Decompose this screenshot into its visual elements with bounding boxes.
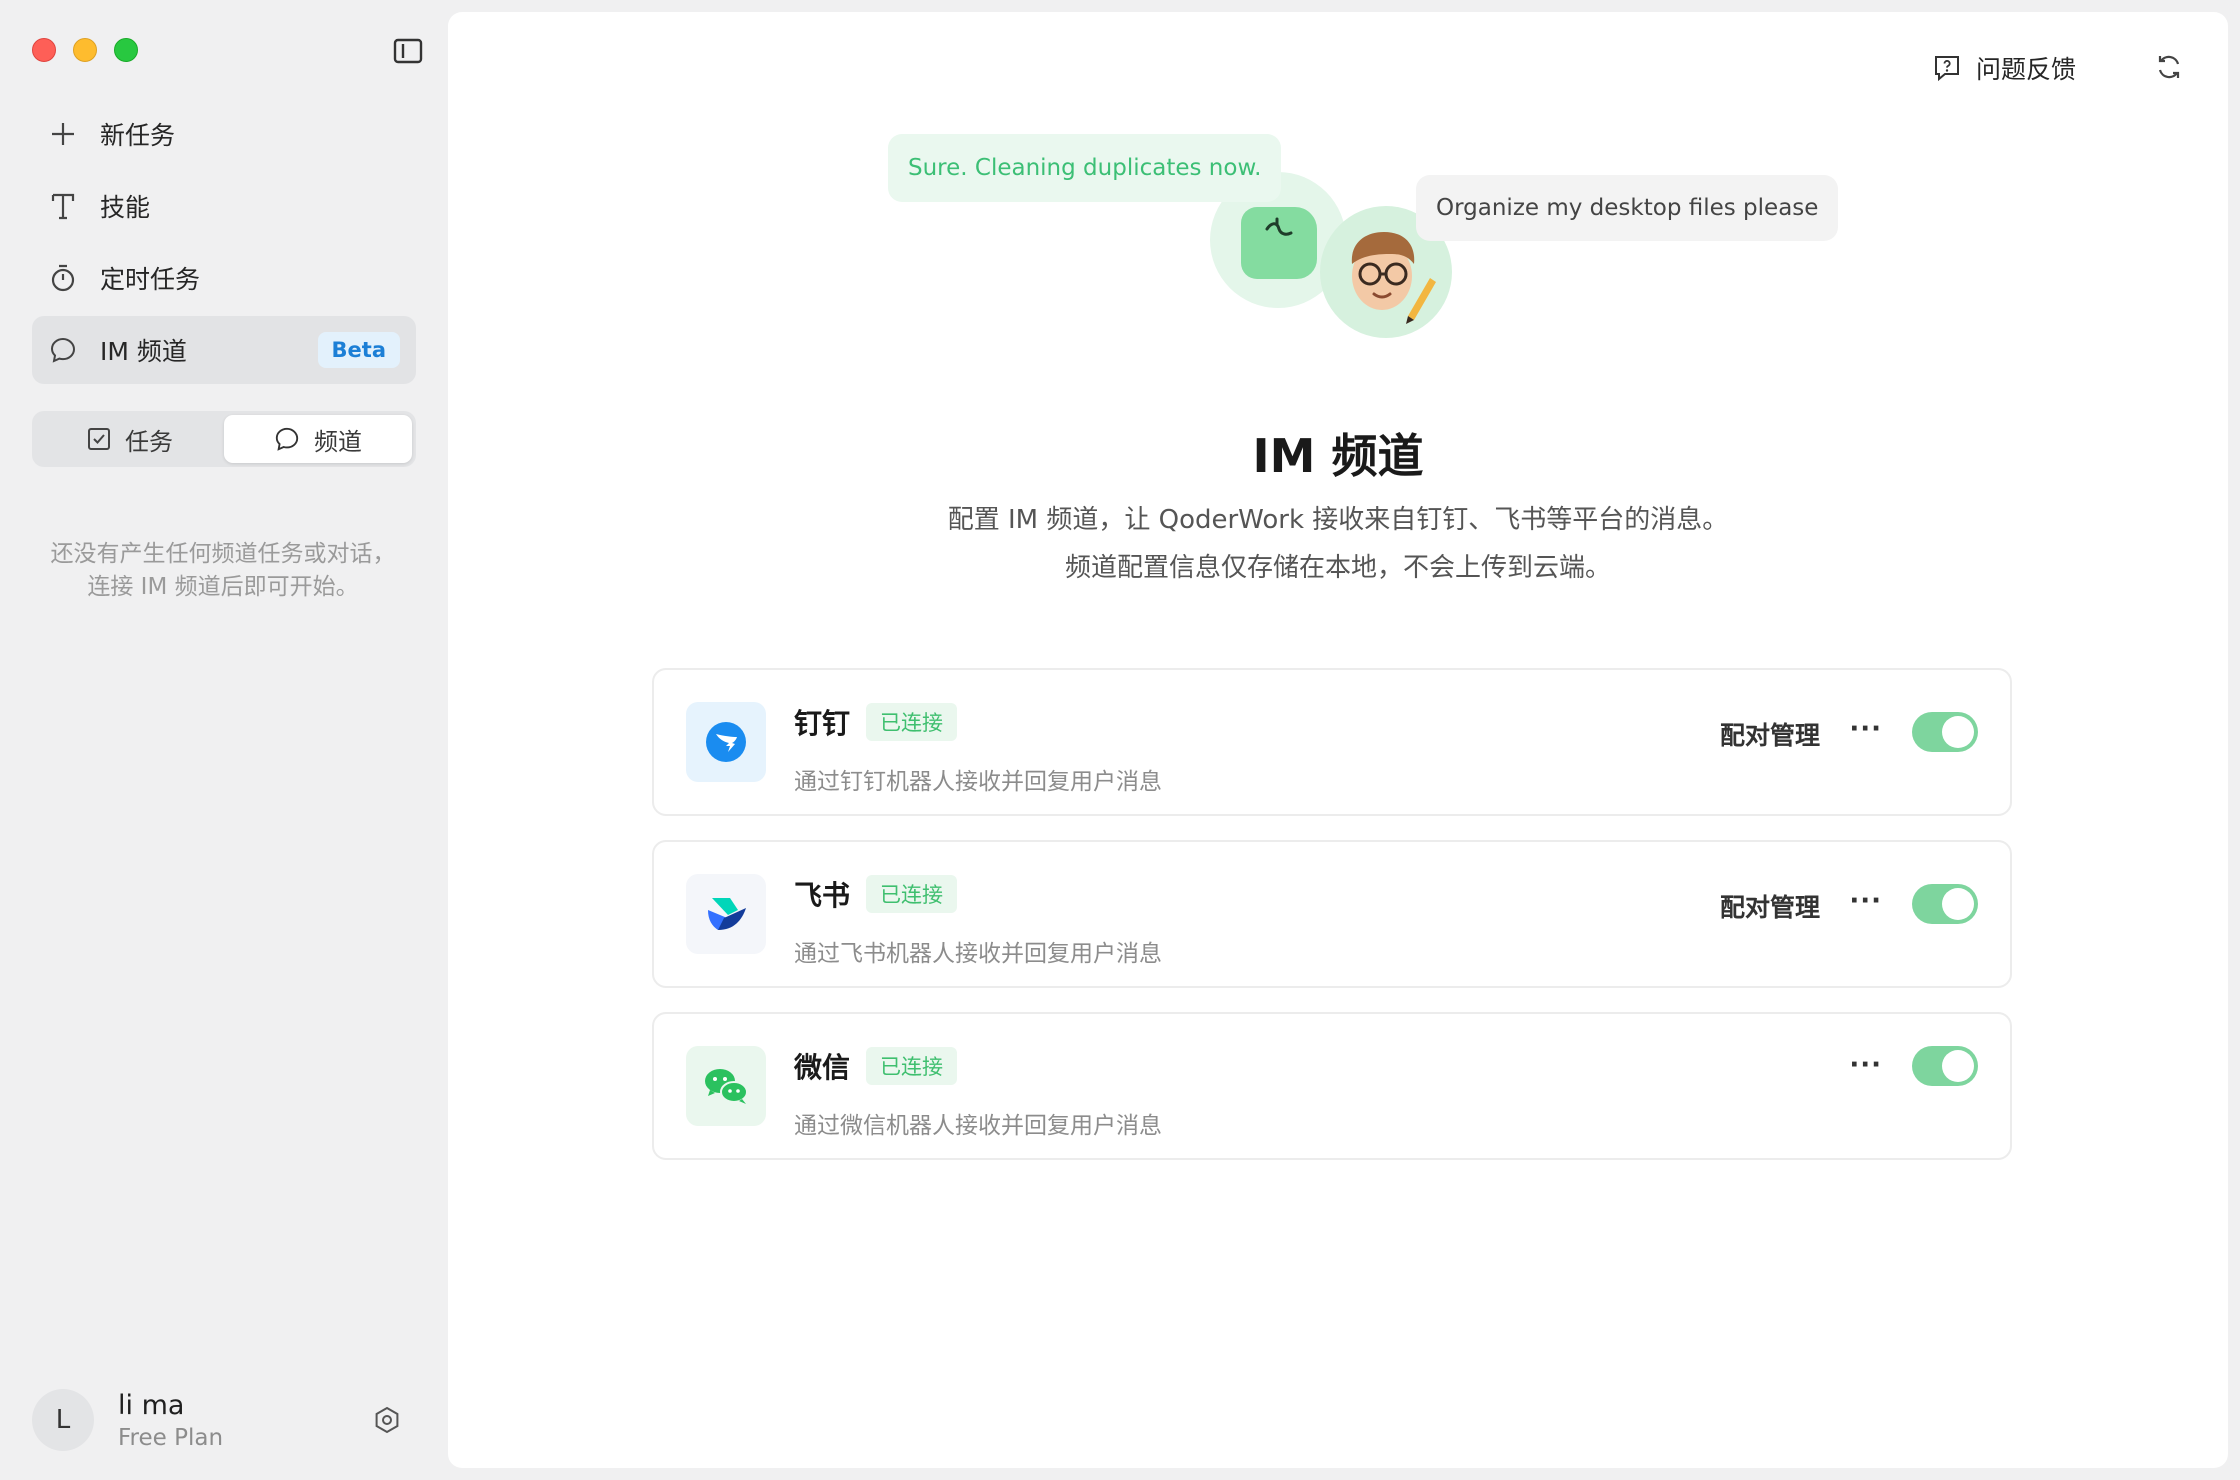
tab-tasks[interactable]: 任务 xyxy=(36,415,224,463)
feishu-logo-icon xyxy=(686,874,766,954)
tab-channels-label: 频道 xyxy=(314,427,362,456)
refresh-icon[interactable] xyxy=(2154,52,2184,82)
channel-name: 飞书 xyxy=(794,879,851,912)
pairing-management-button[interactable]: 配对管理 xyxy=(1720,888,1820,924)
empty-state-text: 还没有产生任何频道任务或对话，连接 IM 频道后即可开始。 xyxy=(50,541,396,600)
sidebar-item-label: 技能 xyxy=(100,193,151,222)
pairing-management-button[interactable]: 配对管理 xyxy=(1720,716,1820,752)
skill-icon xyxy=(48,191,78,221)
window-controls xyxy=(32,38,138,62)
channel-list: 钉钉 已连接 通过钉钉机器人接收并回复用户消息 配对管理 ··· 飞书 已连接 … xyxy=(652,668,2012,1184)
channel-toggle[interactable] xyxy=(1912,884,1978,924)
chat-bubble-icon xyxy=(275,427,299,451)
settings-icon[interactable] xyxy=(372,1405,402,1435)
channel-title: 微信 已连接 xyxy=(794,1046,958,1086)
channel-description: 通过钉钉机器人接收并回复用户消息 xyxy=(794,769,1162,795)
channel-name: 微信 xyxy=(794,1051,851,1084)
status-badge: 已连接 xyxy=(866,703,958,741)
close-window-button[interactable] xyxy=(32,38,56,62)
app-window: 新任务 技能 定时任务 IM 频道 Beta 任务 频道 还没有产生任何频道任务… xyxy=(0,0,2240,1480)
toggle-knob xyxy=(1942,1050,1974,1082)
channel-toggle[interactable] xyxy=(1912,712,1978,752)
beta-badge: Beta xyxy=(317,332,400,368)
plus-icon xyxy=(48,119,78,149)
minimize-window-button[interactable] xyxy=(73,38,97,62)
sidebar-item-scheduled-tasks[interactable]: 定时任务 xyxy=(32,244,416,312)
feedback-button[interactable]: 问题反馈 xyxy=(1932,50,2076,86)
top-bar: 问题反馈 xyxy=(1628,40,2228,96)
avatar: L xyxy=(32,1389,94,1451)
chat-bubble-icon xyxy=(48,335,78,365)
timer-icon xyxy=(48,263,78,293)
status-badge: 已连接 xyxy=(866,1047,958,1085)
sidebar-item-label: 定时任务 xyxy=(100,265,201,294)
assistant-mascot-icon xyxy=(1241,207,1317,279)
channel-card-dingtalk: 钉钉 已连接 通过钉钉机器人接收并回复用户消息 配对管理 ··· xyxy=(652,668,2012,816)
dingtalk-logo-icon xyxy=(686,702,766,782)
page-title: IM 频道 xyxy=(1252,429,1424,483)
tab-channels[interactable]: 频道 xyxy=(224,415,412,463)
toggle-knob xyxy=(1942,888,1974,920)
tab-tasks-label: 任务 xyxy=(125,427,173,456)
sidebar-item-skills[interactable]: 技能 xyxy=(32,172,416,240)
sidebar-item-label: IM 频道 xyxy=(100,337,187,366)
sidebar-item-label: 新任务 xyxy=(100,121,176,150)
feedback-label: 问题反馈 xyxy=(1975,55,2076,84)
channel-description: 通过飞书机器人接收并回复用户消息 xyxy=(794,941,1162,967)
more-options-button[interactable]: ··· xyxy=(1849,1050,1882,1080)
more-options-button[interactable]: ··· xyxy=(1849,714,1882,744)
channel-title: 飞书 已连接 xyxy=(794,874,958,914)
sidebar-toggle-icon[interactable] xyxy=(393,38,423,64)
channel-name: 钉钉 xyxy=(794,707,851,740)
sidebar-item-im-channel[interactable]: IM 频道 Beta xyxy=(32,316,416,384)
view-segmented-control: 任务 频道 xyxy=(32,411,416,467)
sidebar-nav: 新任务 技能 定时任务 IM 频道 Beta xyxy=(32,100,416,388)
channel-card-feishu: 飞书 已连接 通过飞书机器人接收并回复用户消息 配对管理 ··· xyxy=(652,840,2012,988)
page-description: 配置 IM 频道，让 QoderWork 接收来自钉钉、飞书等平台的消息。 频道… xyxy=(448,496,2228,592)
user-info: li ma Free Plan xyxy=(118,1390,223,1451)
channel-title: 钉钉 已连接 xyxy=(794,702,958,742)
wechat-logo-icon xyxy=(686,1046,766,1126)
feedback-icon xyxy=(1934,56,1959,82)
user-profile[interactable]: L li ma Free Plan xyxy=(32,1388,416,1452)
checkbox-icon xyxy=(88,428,110,450)
user-name: li ma xyxy=(118,1389,185,1421)
channel-card-wechat: 微信 已连接 通过微信机器人接收并回复用户消息 ··· xyxy=(652,1012,2012,1160)
user-chat-bubble: Organize my desktop files please xyxy=(1416,175,1839,241)
page-description-line: 频道配置信息仅存储在本地，不会上传到云端。 xyxy=(1064,553,1611,583)
user-plan: Free Plan xyxy=(118,1424,224,1451)
more-options-button[interactable]: ··· xyxy=(1849,886,1882,916)
main-panel: 问题反馈 Sure. Cleaning duplicates now. Orga… xyxy=(448,12,2228,1468)
toggle-knob xyxy=(1942,716,1974,748)
status-badge: 已连接 xyxy=(866,875,958,913)
zoom-window-button[interactable] xyxy=(114,38,138,62)
channel-description: 通过微信机器人接收并回复用户消息 xyxy=(794,1113,1162,1139)
sidebar-item-new-task[interactable]: 新任务 xyxy=(32,100,416,168)
page-description-line: 配置 IM 频道，让 QoderWork 接收来自钉钉、飞书等平台的消息。 xyxy=(947,505,1729,535)
assistant-chat-bubble: Sure. Cleaning duplicates now. xyxy=(888,134,1282,202)
sidebar: 新任务 技能 定时任务 IM 频道 Beta 任务 频道 还没有产生任何频道任务… xyxy=(0,0,447,1480)
channel-toggle[interactable] xyxy=(1912,1046,1978,1086)
